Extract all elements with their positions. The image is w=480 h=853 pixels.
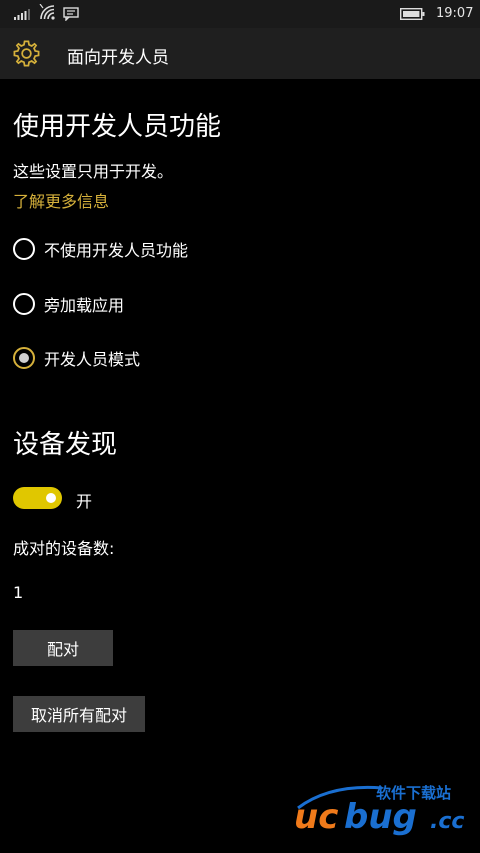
radio-label: 旁加载应用 <box>44 296 125 315</box>
device-discovery-toggle[interactable] <box>13 487 62 509</box>
signal-icon <box>14 9 30 20</box>
radio-circle[interactable] <box>13 238 35 260</box>
svg-text:bug: bug <box>344 797 417 836</box>
radio-label: 不使用开发人员功能 <box>44 241 189 260</box>
toggle-state-label: 开 <box>76 492 93 511</box>
radio-sideload-apps[interactable]: 旁加载应用 <box>13 291 124 317</box>
learn-more-link[interactable]: 了解更多信息 <box>13 188 109 212</box>
battery-icon <box>400 8 425 20</box>
page-header: 面向开发人员 <box>0 28 480 79</box>
section-heading-discovery: 设备发现 <box>13 430 118 460</box>
section-heading-developer: 使用开发人员功能 <box>13 112 222 142</box>
paired-devices-count: 1 <box>13 583 24 602</box>
pair-button[interactable]: 配对 <box>13 630 113 666</box>
status-time: 19:07 <box>436 6 474 21</box>
wifi-icon <box>39 4 55 20</box>
paired-devices-label: 成对的设备数: <box>13 539 115 558</box>
radio-developer-mode[interactable]: 开发人员模式 <box>13 345 140 371</box>
radio-circle[interactable] <box>13 293 35 315</box>
radio-label: 开发人员模式 <box>44 350 141 369</box>
message-icon <box>63 7 79 21</box>
radio-circle-selected[interactable] <box>13 347 35 369</box>
page-title: 面向开发人员 <box>67 48 169 68</box>
svg-text:uc: uc <box>294 797 338 836</box>
radio-no-developer-features[interactable]: 不使用开发人员功能 <box>13 236 188 262</box>
svg-text:.cc: .cc <box>430 809 464 834</box>
ucbug-watermark-logo: 软件下载站 uc bug .cc <box>294 784 464 836</box>
toggle-knob <box>46 493 56 503</box>
status-bar: 19:07 <box>0 0 480 28</box>
gear-icon <box>13 40 40 67</box>
unpair-all-button[interactable]: 取消所有配对 <box>13 696 145 732</box>
section-description: 这些设置只用于开发。 <box>13 162 174 181</box>
